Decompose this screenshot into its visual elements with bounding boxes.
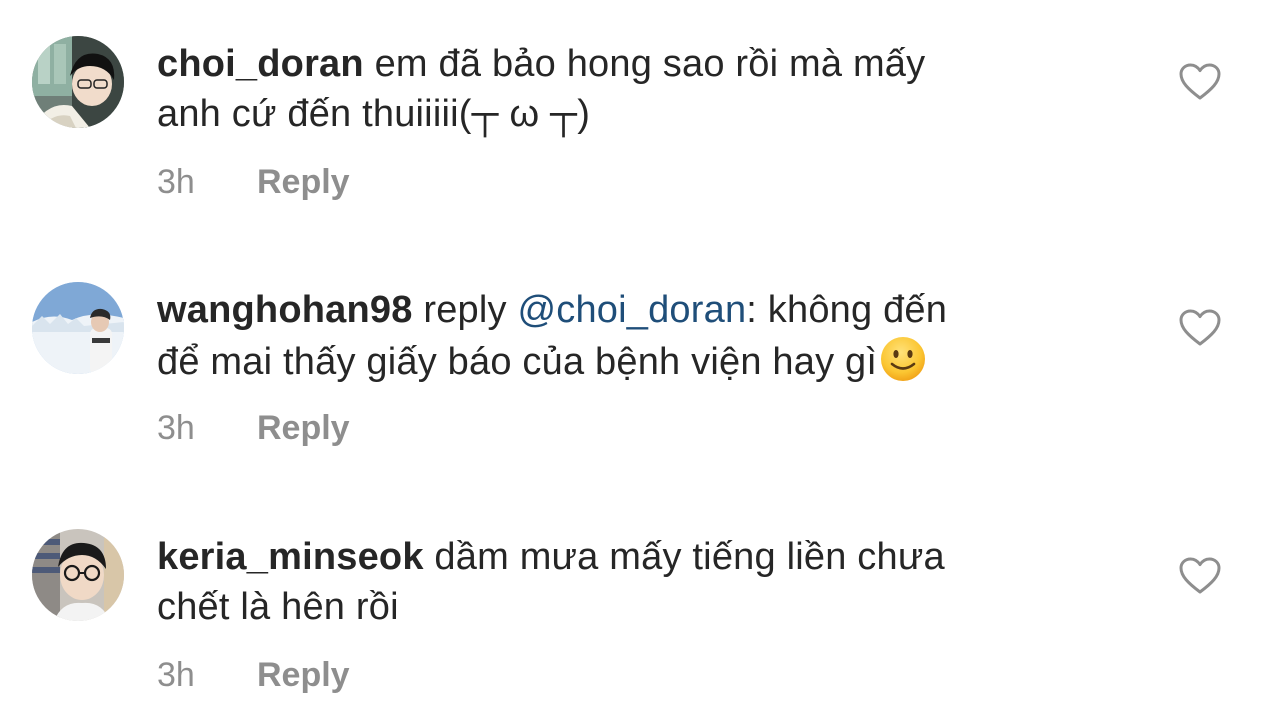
reply-button[interactable]: Reply — [257, 163, 350, 201]
avatar[interactable] — [32, 36, 124, 128]
reply-button[interactable]: Reply — [257, 409, 350, 447]
avatar[interactable] — [32, 282, 124, 374]
comment-text: keria_minseok dầm mưa mấy tiếng liền chư… — [157, 532, 1117, 632]
username[interactable]: wanghohan98 — [157, 289, 413, 331]
heart-icon[interactable] — [1178, 62, 1222, 102]
comment-text: wanghohan98 reply @choi_doran: không đến… — [157, 285, 1117, 387]
reply-button[interactable]: Reply — [257, 656, 350, 694]
comment-text: choi_doran em đã bảo hong sao rồi mà mấy… — [157, 39, 1117, 139]
timestamp: 3h — [157, 409, 195, 447]
heart-icon[interactable] — [1178, 308, 1222, 348]
reply-label: reply — [412, 289, 518, 331]
comment-meta: 3h Reply — [157, 408, 350, 448]
username[interactable]: choi_doran — [157, 43, 364, 85]
avatar[interactable] — [32, 529, 124, 621]
comment-body-line1: em đã bảo hong sao rồi mà mấy — [363, 43, 926, 85]
comment-body-line2: để mai thấy giấy báo của bệnh viện hay g… — [157, 341, 878, 383]
comment-meta: 3h Reply — [157, 162, 350, 202]
comment-body-line1: : không đến — [746, 289, 948, 331]
timestamp: 3h — [157, 656, 195, 694]
comment-body-line1: dầm mưa mấy tiếng liền chưa — [423, 536, 945, 578]
timestamp: 3h — [157, 163, 195, 201]
heart-icon[interactable] — [1178, 556, 1222, 596]
slightly-smiling-face-emoji — [879, 335, 927, 383]
comment-body-line2: anh cứ đến thuiiiii(┬ ω ┬) — [157, 93, 591, 135]
mention-link[interactable]: @choi_doran — [517, 289, 746, 331]
comment-body-line2: chết là hên rồi — [157, 586, 399, 628]
comment-meta: 3h Reply — [157, 655, 350, 695]
username[interactable]: keria_minseok — [157, 536, 424, 578]
